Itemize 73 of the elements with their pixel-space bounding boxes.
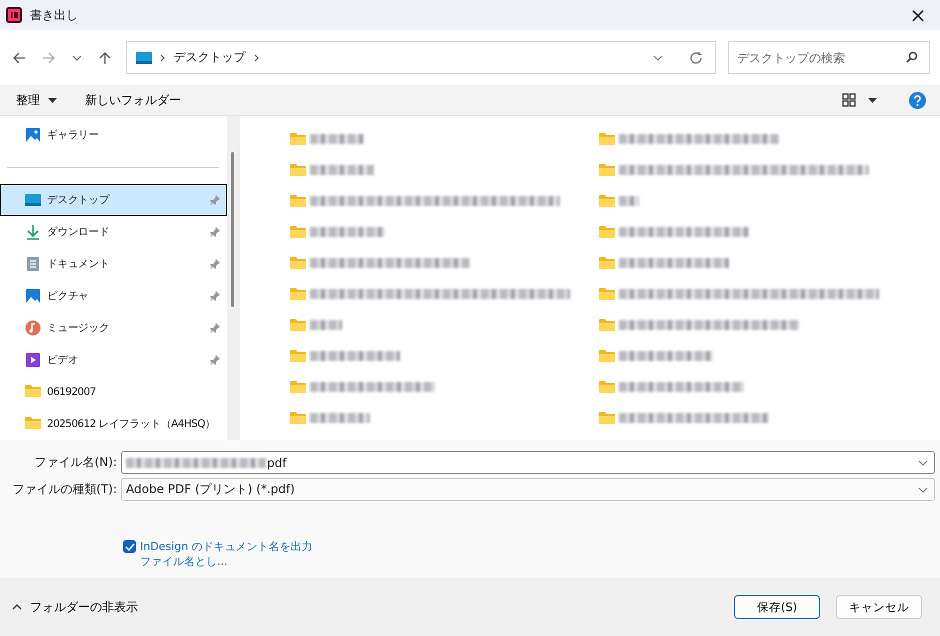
picture-icon xyxy=(25,288,41,304)
search-icon xyxy=(906,51,918,63)
checkbox-label[interactable]: InDesign のドキュメント名を出力ファイル名とし... xyxy=(140,539,315,569)
sidebar-item[interactable]: ミュージック xyxy=(0,312,227,344)
download-icon xyxy=(25,224,41,240)
music-icon xyxy=(25,320,41,336)
folder-icon xyxy=(599,410,615,424)
new-folder-button[interactable]: 新しいフォルダー xyxy=(77,88,189,112)
breadcrumb-chevron-icon xyxy=(254,54,260,62)
chevron-down-icon[interactable] xyxy=(918,486,928,492)
folder-icon xyxy=(290,318,306,332)
chevron-down-icon[interactable] xyxy=(653,54,664,60)
checkbox[interactable] xyxy=(123,540,136,553)
file-type-label: ファイルの種類(T): xyxy=(11,481,118,498)
folder-icon xyxy=(599,194,615,208)
back-arrow-icon[interactable] xyxy=(12,50,26,64)
folder-icon xyxy=(25,384,41,400)
folder-icon xyxy=(599,132,615,146)
checkmark-icon xyxy=(124,542,134,550)
refresh-icon[interactable] xyxy=(689,50,704,64)
file-name-label: ファイル名(N): xyxy=(34,454,118,471)
folder-icon xyxy=(599,162,615,176)
video-icon xyxy=(25,352,41,368)
sidebar-item[interactable]: ドキュメント xyxy=(0,248,227,280)
chevron-up-icon xyxy=(12,604,22,610)
folder-icon xyxy=(599,224,615,238)
close-button[interactable]: × xyxy=(896,0,940,30)
folder-icon xyxy=(599,256,615,270)
chevron-down-icon[interactable] xyxy=(918,460,928,466)
gallery-icon xyxy=(25,127,41,143)
folder-icon xyxy=(599,380,615,394)
sidebar-item[interactable]: 06192007 xyxy=(0,376,227,408)
breadcrumb-chevron-icon xyxy=(160,54,166,62)
save-button[interactable]: 保存(S) xyxy=(734,595,820,619)
folder-icon xyxy=(290,224,306,238)
caret-icon xyxy=(48,98,57,102)
folder-icon xyxy=(599,286,615,300)
folder-icon xyxy=(290,162,306,176)
chevron-down-icon[interactable] xyxy=(72,54,82,60)
scrollbar[interactable] xyxy=(227,116,239,440)
folder-icon xyxy=(290,380,306,394)
folder-icon xyxy=(290,410,306,424)
sidebar-item[interactable]: ビデオ xyxy=(0,344,227,376)
folder-icon xyxy=(599,348,615,362)
sidebar-item[interactable]: ピクチャ xyxy=(0,280,227,312)
desktop-icon xyxy=(25,192,41,208)
caret-icon[interactable] xyxy=(868,98,877,102)
document-icon xyxy=(25,256,41,272)
app-icon xyxy=(6,7,22,23)
sidebar-item[interactable]: 20250612 レイフラット（A4HSQ） xyxy=(0,408,227,440)
window-title: 書き出し xyxy=(30,6,78,24)
folder-icon xyxy=(599,318,615,332)
file-type-dropdown[interactable]: Adobe PDF (プリント) (*.pdf) xyxy=(121,478,935,501)
folder-icon xyxy=(290,286,306,300)
folder-icon xyxy=(290,132,306,146)
help-icon[interactable] xyxy=(909,92,926,108)
folder-icon xyxy=(290,256,306,270)
up-arrow-icon[interactable] xyxy=(98,50,112,64)
folder-icon xyxy=(25,416,41,432)
folder-icon xyxy=(290,194,306,208)
folder-icon xyxy=(290,348,306,362)
hide-folders-button[interactable]: フォルダーの非表示 xyxy=(8,594,142,620)
file-name-field[interactable]: pdf xyxy=(121,451,935,474)
view-grid-icon[interactable] xyxy=(842,93,856,107)
search-field[interactable]: デスクトップの検索 xyxy=(728,41,930,74)
sidebar-item[interactable]: ダウンロード xyxy=(0,216,227,248)
breadcrumb-item[interactable]: デスクトップ xyxy=(174,49,246,66)
sidebar-item[interactable]: ギャラリー xyxy=(0,119,227,151)
address-bar[interactable]: デスクトップ xyxy=(126,41,716,74)
organize-menu-button[interactable]: 整理 xyxy=(8,88,65,112)
cancel-button[interactable]: キャンセル xyxy=(836,595,922,619)
sidebar-item[interactable]: デスクトップ xyxy=(0,184,227,216)
desktop-icon xyxy=(136,52,152,64)
